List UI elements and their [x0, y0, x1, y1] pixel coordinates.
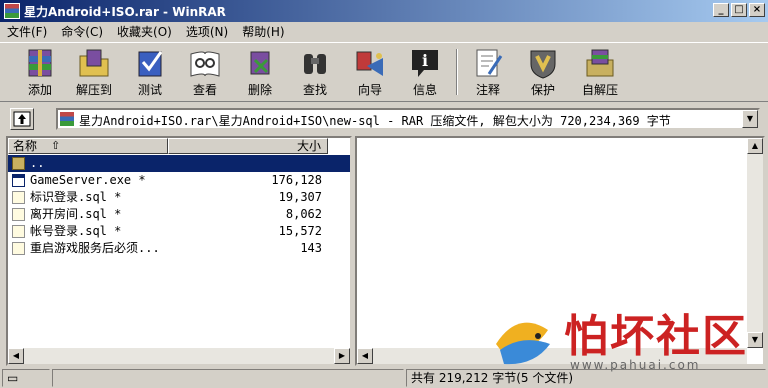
- window-title: 星力Android+ISO.rar - WinRAR: [24, 5, 226, 19]
- menu-help[interactable]: 帮助(H): [235, 23, 291, 41]
- test-icon: [138, 51, 163, 77]
- drive-icon: ▭: [7, 371, 19, 385]
- comment-icon: [476, 49, 503, 77]
- delete-button[interactable]: 删除: [236, 46, 284, 100]
- exe-file-icon: [12, 174, 25, 187]
- scroll-up-icon[interactable]: ▲: [747, 138, 763, 154]
- view-button[interactable]: 查看: [181, 46, 229, 100]
- menu-bar: 文件(F) 命令(C) 收藏夹(O) 选项(N) 帮助(H): [0, 22, 768, 42]
- extract-to-button[interactable]: 解压到: [70, 46, 118, 100]
- close-button[interactable]: ×: [749, 3, 765, 17]
- address-bar: 星力Android+ISO.rar\星力Android+ISO\new-sql …: [0, 104, 768, 132]
- toolbar-separator: [456, 49, 458, 95]
- maximize-button[interactable]: □: [731, 3, 747, 17]
- extract-to-icon: [79, 49, 109, 77]
- info-button[interactable]: i 信息: [401, 46, 449, 100]
- winrar-app-icon[interactable]: [4, 3, 20, 19]
- up-folder-button[interactable]: [10, 108, 34, 130]
- table-row[interactable]: 帐号登录.sql * 15,572: [8, 223, 350, 240]
- wizard-icon: [356, 51, 383, 76]
- minimize-button[interactable]: _: [713, 3, 729, 17]
- path-text: 星力Android+ISO.rar\星力Android+ISO\new-sql …: [79, 114, 671, 128]
- wizard-button[interactable]: 向导: [346, 46, 394, 100]
- scroll-left-icon[interactable]: ◀: [357, 348, 373, 364]
- sql-file-icon: [12, 208, 25, 221]
- protect-button[interactable]: 保护: [519, 46, 567, 100]
- watermark: 怕坏社区 www.pahuai.com: [474, 300, 754, 380]
- sfx-icon: [586, 49, 614, 77]
- find-button[interactable]: 查找: [291, 46, 339, 100]
- file-list-panel: 名称 ⇧ 大小 .. GameServer.exe * 176,128 标识登录…: [6, 136, 352, 366]
- sql-file-icon: [12, 191, 25, 204]
- menu-commands[interactable]: 命令(C): [54, 23, 110, 41]
- table-row[interactable]: ..: [8, 155, 350, 172]
- rar-archive-icon: [60, 112, 74, 126]
- info-icon: i: [412, 50, 438, 77]
- menu-favorites[interactable]: 收藏夹(O): [110, 23, 179, 41]
- protect-icon: [530, 50, 556, 79]
- fish-logo-icon: [496, 322, 550, 365]
- svg-text:i: i: [422, 51, 428, 70]
- title-bar: 星力Android+ISO.rar - WinRAR _ □ ×: [0, 0, 768, 22]
- add-archive-icon: [28, 49, 52, 77]
- arrow-up-icon: [13, 111, 31, 127]
- scroll-left-icon[interactable]: ◀: [8, 348, 24, 364]
- comment-button[interactable]: 注释: [464, 46, 512, 100]
- sort-up-icon: ⇧: [51, 139, 61, 152]
- folder-up-icon: [12, 157, 25, 170]
- scroll-right-icon[interactable]: ▶: [334, 348, 350, 364]
- file-rows: .. GameServer.exe * 176,128 标识登录.sql * 1…: [8, 155, 350, 257]
- menu-file[interactable]: 文件(F): [0, 23, 54, 41]
- path-combobox[interactable]: 星力Android+ISO.rar\星力Android+ISO\new-sql …: [56, 108, 760, 130]
- sfx-button[interactable]: 自解压: [576, 46, 624, 100]
- table-row[interactable]: 重启游戏服务后必须... 143: [8, 240, 350, 257]
- status-selection: [52, 369, 404, 387]
- table-row[interactable]: 离开房间.sql * 8,062: [8, 206, 350, 223]
- sql-file-icon: [12, 242, 25, 255]
- table-row[interactable]: GameServer.exe * 176,128: [8, 172, 350, 189]
- test-button[interactable]: 测试: [126, 46, 174, 100]
- table-row[interactable]: 标识登录.sql * 19,307: [8, 189, 350, 206]
- horizontal-scrollbar[interactable]: ◀ ▶: [8, 348, 350, 364]
- delete-icon: [250, 51, 270, 75]
- column-header-name[interactable]: 名称 ⇧: [8, 138, 168, 154]
- add-button[interactable]: 添加: [16, 46, 64, 100]
- toolbar: 添加 解压到 测试 查看 删除 查找 向导 i 信息 注释 保护 自解压: [0, 42, 768, 102]
- status-drive-indicator: ▭: [2, 369, 50, 387]
- chevron-down-icon[interactable]: ▼: [742, 110, 758, 128]
- column-header-size[interactable]: 大小: [168, 138, 328, 154]
- sql-file-icon: [12, 225, 25, 238]
- view-icon: [190, 51, 220, 77]
- find-icon: [304, 54, 326, 74]
- menu-options[interactable]: 选项(N): [179, 23, 235, 41]
